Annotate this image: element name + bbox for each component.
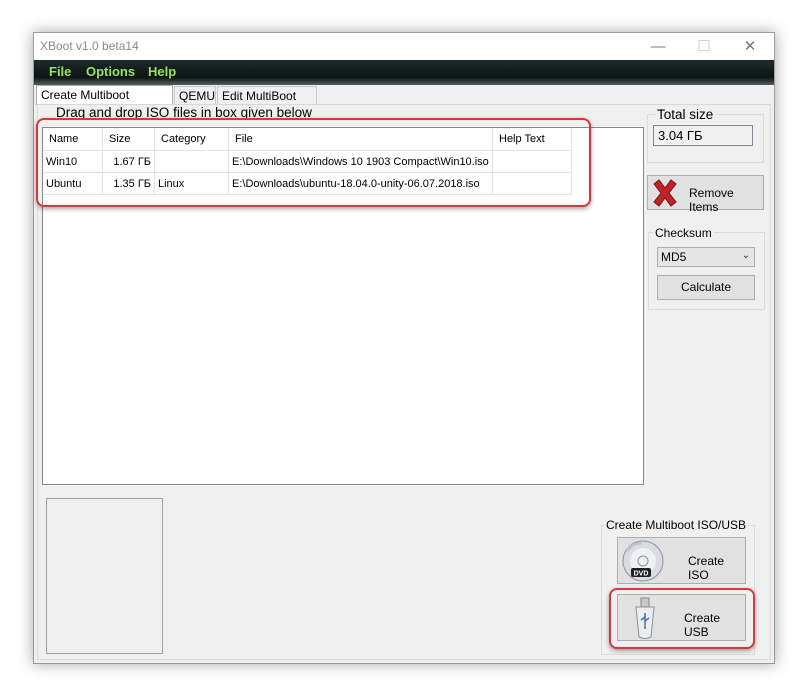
checksum-selected: MD5 (661, 250, 687, 264)
window-title: XBoot v1.0 beta14 (40, 39, 139, 53)
create-iso-label: Create ISO (688, 554, 725, 582)
red-x-icon (653, 179, 677, 207)
total-size-value: 3.04 ГБ (653, 125, 753, 146)
menu-file[interactable]: File (49, 64, 71, 79)
create-usb-highlight (609, 588, 755, 649)
chevron-down-icon: ⌄ (741, 250, 750, 261)
tab-create-multiboot[interactable]: Create Multiboot USB/ISO (36, 85, 173, 120)
iso-list-highlight (36, 118, 591, 207)
tab-edit-multiboot[interactable]: Edit MultiBoot USB (217, 86, 317, 121)
minimize-button[interactable]: — (635, 33, 681, 60)
remove-items-button[interactable]: Remove Items (647, 175, 764, 214)
create-iso-button[interactable]: DVD Create ISO (617, 537, 746, 584)
dvd-icon: DVD (622, 540, 664, 582)
total-size-label: Total size (655, 107, 716, 122)
menu-help[interactable]: Help (148, 64, 176, 79)
tab-qemu[interactable]: QEMU (174, 86, 216, 104)
checksum-select[interactable]: MD5 ⌄ (657, 247, 755, 267)
maximize-button[interactable]: ☐ (681, 33, 727, 60)
remove-items-label: Remove Items (689, 186, 734, 214)
menu-options[interactable]: Options (86, 64, 135, 79)
calculate-button[interactable]: Calculate (657, 275, 755, 300)
svg-text:DVD: DVD (634, 571, 649, 578)
menu-bar: File Options Help (34, 60, 774, 85)
preview-box (46, 498, 163, 654)
title-bar: XBoot v1.0 beta14 — ☐ ✕ (34, 33, 774, 60)
tab-strip: Create Multiboot USB/ISO QEMU Edit Multi… (34, 85, 774, 121)
checksum-label: Checksum (653, 226, 714, 240)
create-group-label: Create Multiboot ISO/USB (604, 518, 749, 532)
close-button[interactable]: ✕ (727, 33, 773, 60)
